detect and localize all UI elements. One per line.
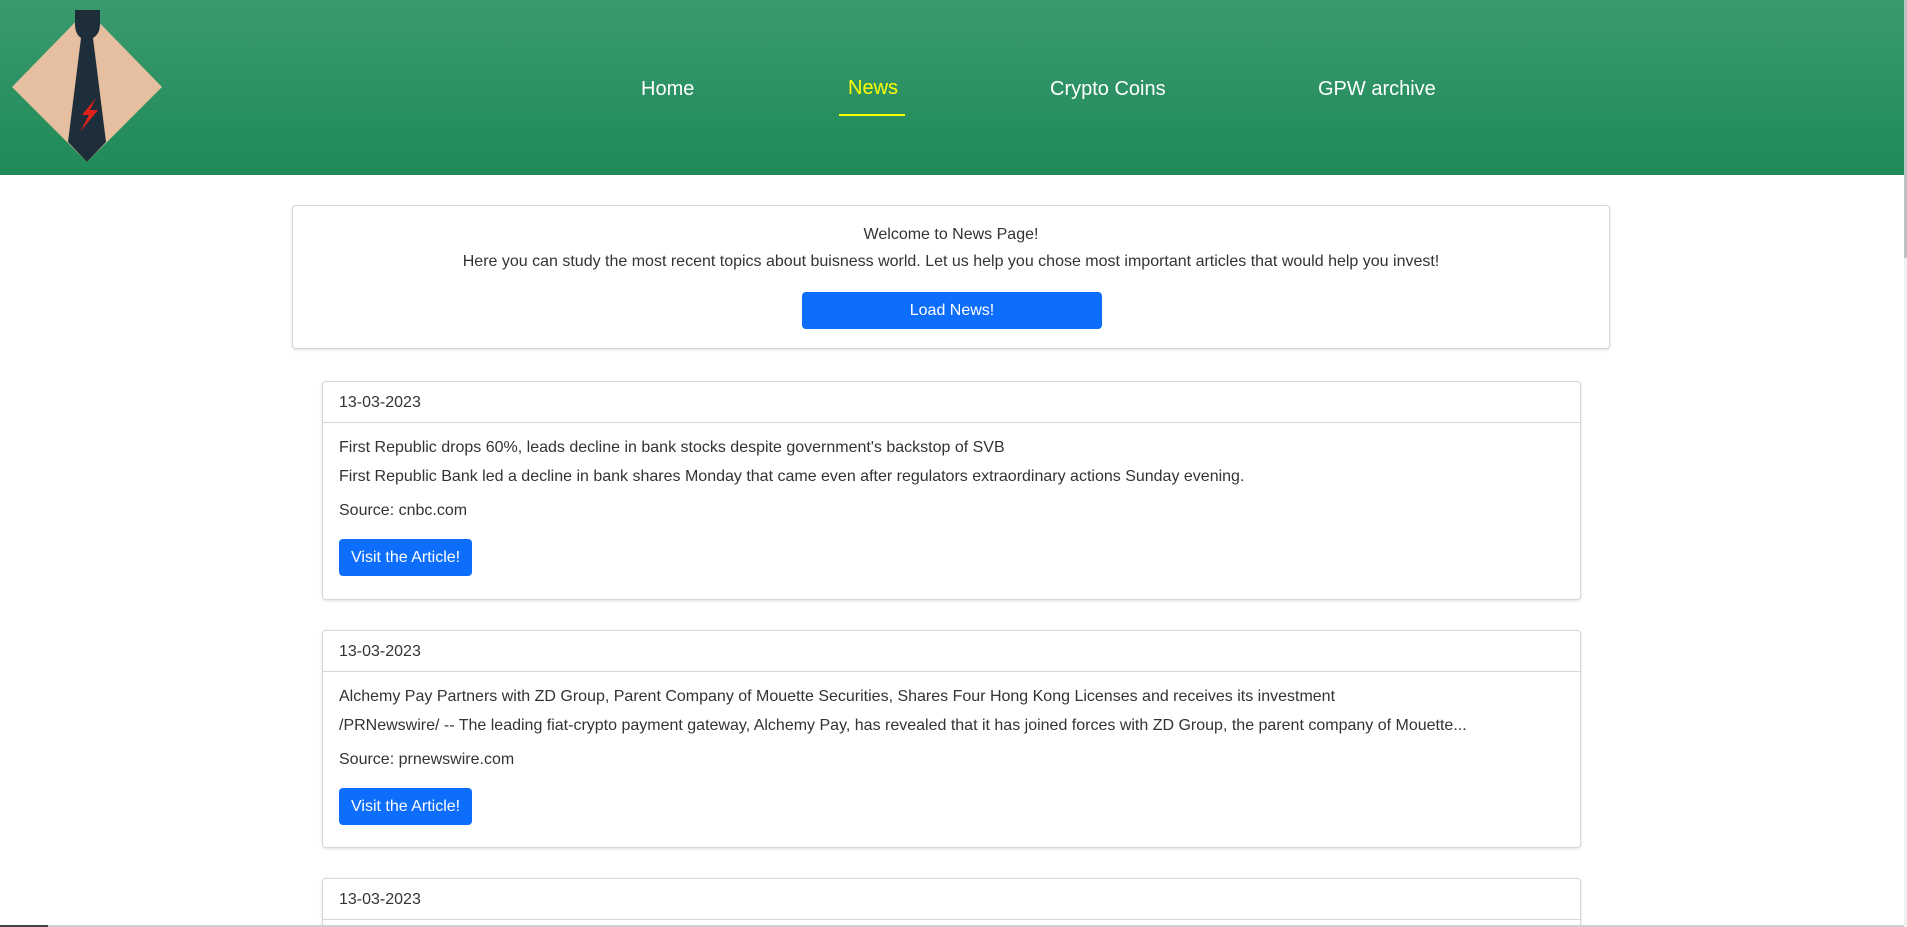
article-title: Alchemy Pay Partners with ZD Group, Pare… <box>339 688 1336 705</box>
nav-gpw-archive[interactable]: GPW archive <box>1318 78 1436 101</box>
top-header: Home News Crypto Coins GPW archive <box>0 0 1904 175</box>
welcome-card: Welcome to News Page! Here you can study… <box>292 205 1610 349</box>
article-description: /PRNewswire/ -- The leading fiat-crypto … <box>339 717 1467 734</box>
article-source: Source: cnbc.com <box>339 502 468 519</box>
nav-active-underline <box>839 114 905 116</box>
article-card: 13-03-2023 First Republic drops 60%, lea… <box>322 381 1581 600</box>
welcome-text: Here you can study the most recent topic… <box>462 253 1440 270</box>
article-date: 13-03-2023 <box>323 631 1580 672</box>
visit-article-button[interactable]: Visit the Article! <box>339 539 473 576</box>
article-description: First Republic Bank led a decline in ban… <box>339 468 1245 485</box>
article-card: 13-03-2023 Alchemy Pay Partners with ZD … <box>322 630 1581 848</box>
nav-news[interactable]: News <box>848 77 898 100</box>
article-card: 13-03-2023 <box>322 878 1581 927</box>
article-date: 13-03-2023 <box>323 879 1580 920</box>
nav-crypto-coins[interactable]: Crypto Coins <box>1050 78 1166 101</box>
article-source: Source: prnewswire.com <box>339 751 515 768</box>
article-date: 13-03-2023 <box>323 382 1580 423</box>
visit-article-button[interactable]: Visit the Article! <box>339 788 473 825</box>
nav-home[interactable]: Home <box>641 78 694 101</box>
page: Home News Crypto Coins GPW archive Welco… <box>0 0 1907 927</box>
load-news-button[interactable]: Load News! <box>802 292 1102 329</box>
article-title: First Republic drops 60%, leads decline … <box>339 439 1005 456</box>
welcome-title: Welcome to News Page! <box>863 226 1039 243</box>
main-nav: Home News Crypto Coins GPW archive <box>0 0 1904 175</box>
